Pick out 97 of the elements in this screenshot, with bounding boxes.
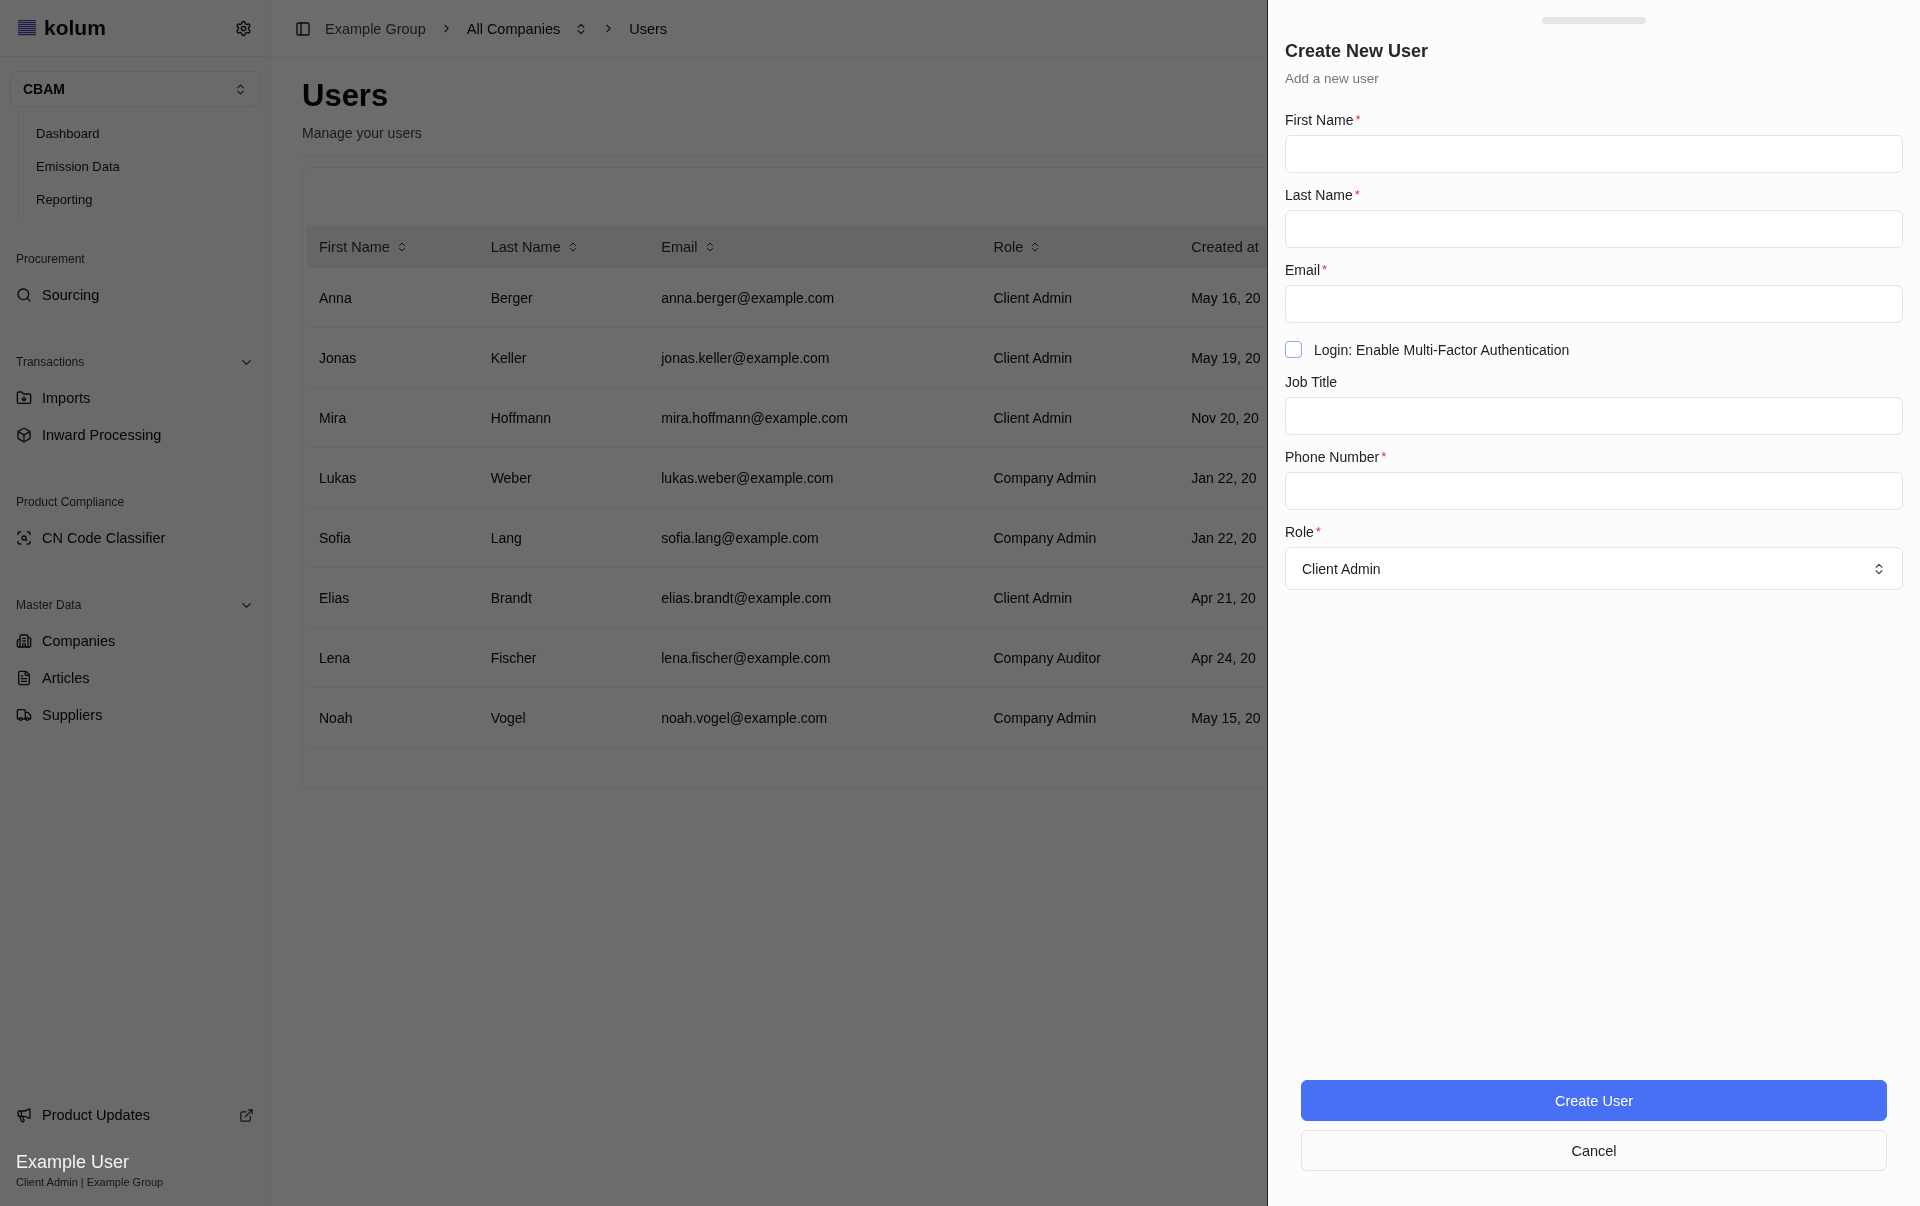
table-cell: Mira [307,387,479,448]
table-cell: mira.hoffmann@example.com [649,387,982,448]
user-role: Client Admin | Example Group [16,1176,164,1188]
building-icon [16,632,32,649]
nav-item[interactable]: Companies [16,622,116,659]
table-cell: Lukas [307,447,479,508]
table-cell: lukas.weber@example.com [649,447,982,508]
settings-icon[interactable] [235,19,252,37]
column-header[interactable]: Email [649,226,982,268]
field-label: Email [1285,262,1320,278]
nav-item[interactable]: Articles [16,659,90,696]
input-field[interactable] [1285,285,1903,323]
table-cell: Client Admin [981,567,1180,628]
create-button[interactable]: Create User [1301,1080,1887,1121]
table-cell: Company Admin [981,507,1180,568]
table-cell: Weber [478,447,650,508]
table-cell: noah.vogel@example.com [649,687,982,748]
external-link-icon[interactable] [239,1107,254,1123]
table-cell: Brandt [478,567,650,628]
nav-item[interactable]: CN Code Classifier [16,519,166,556]
field-label: Job Title [1285,374,1338,390]
table-cell: Client Admin [981,268,1180,328]
breadcrumb[interactable]: All Companies [466,20,561,37]
breadcrumb[interactable]: Users [629,20,668,37]
user-name: Example User [16,1152,130,1173]
table-cell: Company Admin [981,687,1180,748]
scan-icon [16,529,32,546]
table-cell: Company Auditor [981,627,1180,688]
truck-icon [16,706,32,723]
field-label: Role [1285,524,1314,540]
table-cell: Sofia [307,507,479,568]
table-cell: Noah [307,687,479,748]
table-cell: Fischer [478,627,650,688]
field-label: First Name [1285,112,1354,128]
required-mark: * [1381,449,1387,464]
field-label: Phone Number [1285,449,1380,465]
section-title: Transactions [16,355,85,369]
table-cell: sofia.lang@example.com [649,507,982,568]
table-cell: Client Admin [981,327,1180,388]
breadcrumb[interactable]: Example Group [325,20,426,37]
megaphone-icon [16,1107,32,1123]
section-title: Procurement [16,252,85,266]
nav-item[interactable]: Inward Processing [16,416,162,453]
page-subtitle: Manage your users [302,125,422,141]
table-cell: Berger [478,268,650,328]
role-select[interactable]: Client Admin [1285,547,1903,590]
cancel-button[interactable]: Cancel [1301,1130,1887,1171]
required-mark: * [1355,112,1361,127]
input-field[interactable] [1285,210,1903,248]
table-cell: Lang [478,507,650,568]
table-cell: Company Admin [981,447,1180,508]
column-header[interactable]: Last Name [478,226,650,268]
drawer-subtitle: Add a new user [1285,71,1379,86]
column-header[interactable]: Role [981,226,1180,268]
table-cell: Keller [478,327,650,388]
table-cell: Client Admin [981,387,1180,448]
field-label: Last Name [1285,187,1353,203]
section-title: Master Data [16,598,82,612]
column-header: Created at [1179,226,1267,268]
table-cell: anna.berger@example.com [649,268,982,328]
folder-icon [16,389,32,406]
column-header[interactable]: First Name [307,226,479,268]
table-cell: Jonas [307,327,479,388]
nav-item[interactable]: Suppliers [16,696,103,733]
checkbox[interactable] [1285,341,1302,358]
module-select[interactable]: CBAM [10,71,260,107]
required-mark: * [1315,524,1321,539]
section-title: Product Compliance [16,495,125,509]
table-cell: Anna [307,268,479,328]
search-icon [16,286,32,303]
table-cell: Vogel [478,687,650,748]
chevrons-icon [234,82,247,96]
input-field[interactable] [1285,397,1903,435]
table-cell: Lena [307,627,479,688]
document-icon [16,669,32,686]
logo-icon [18,20,36,36]
sidebar-toggle-icon[interactable] [295,20,311,37]
table-cell: Elias [307,567,479,628]
page-title: Users [302,78,390,114]
checkbox-label[interactable]: Login: Enable Multi-Factor Authentication [1314,341,1570,358]
nav-subitem[interactable]: Reporting [19,183,93,216]
package-icon [16,426,32,443]
table-cell: lena.fischer@example.com [649,627,982,688]
table-cell: elias.brandt@example.com [649,567,982,628]
nav-item[interactable]: Imports [16,379,91,416]
table-cell: jonas.keller@example.com [649,327,982,388]
input-field[interactable] [1285,135,1903,173]
input-field[interactable] [1285,472,1903,510]
required-mark: * [1322,262,1328,277]
drawer-title: Create New User [1285,41,1429,62]
required-mark: * [1354,187,1360,202]
nav-item[interactable]: Sourcing [16,276,100,313]
table-cell: Hoffmann [478,387,650,448]
nav-subitem[interactable]: Dashboard [19,117,100,150]
logo: kolum [44,16,106,40]
nav-subitem[interactable]: Emission Data [19,150,120,183]
product-updates-link[interactable]: Product Updates [16,1107,150,1123]
